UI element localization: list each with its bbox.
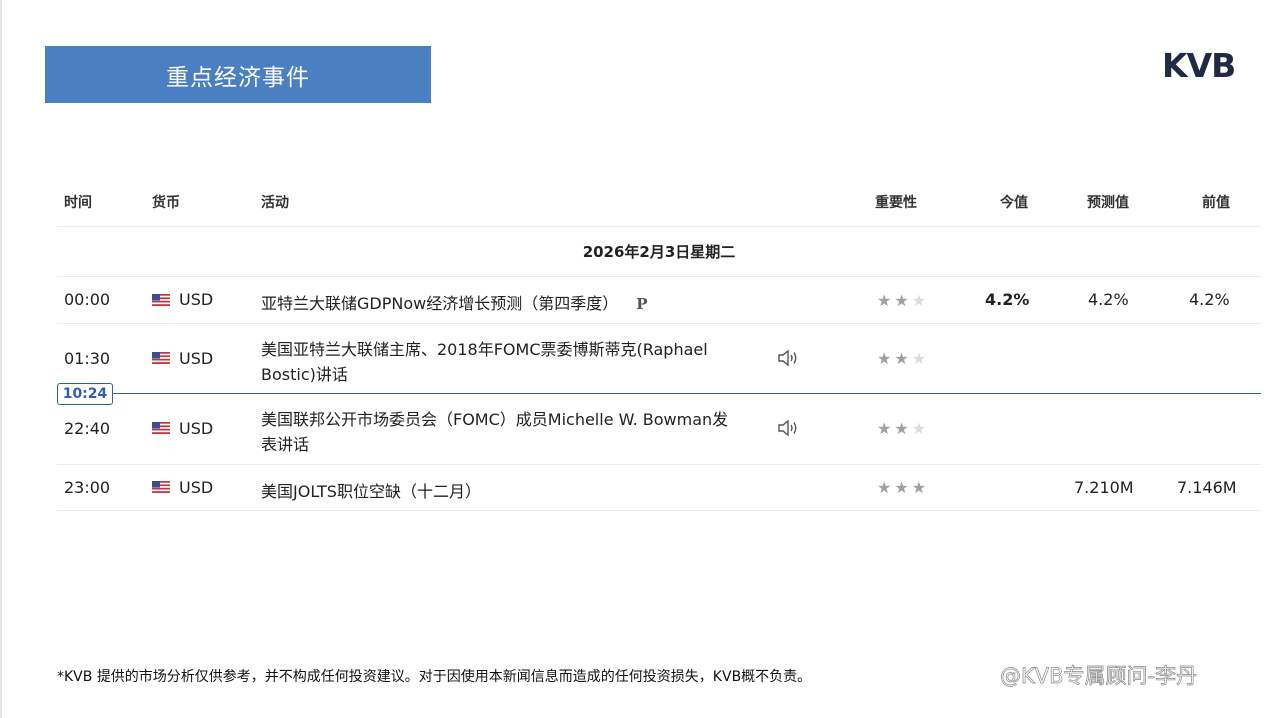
divider: [57, 226, 1261, 227]
event-forecast: 4.2%: [1088, 290, 1129, 309]
event-currency: USD: [179, 290, 214, 309]
event-title-line1: 美国亚特兰大联储主席、2018年FOMC票委博斯蒂克(Raphael: [261, 340, 708, 359]
col-forecast-header: 预测值: [1087, 195, 1129, 211]
speaker-icon[interactable]: [777, 418, 799, 438]
date-group-header: 2026年2月3日星期二: [582, 243, 736, 261]
star-icon: ★: [911, 291, 930, 310]
event-title-text: 亚特兰大联储GDPNow经济增长预测（第四季度）: [261, 294, 619, 313]
left-border: [0, 0, 2, 718]
star-icon: ★: [911, 419, 930, 438]
event-time: 22:40: [64, 419, 111, 438]
divider: [57, 510, 1261, 511]
importance-stars: ★★★: [877, 349, 929, 368]
col-time-header: 时间: [64, 195, 92, 211]
star-icon: ★: [877, 419, 895, 438]
event-time: 01:30: [64, 349, 111, 368]
event-time: 23:00: [64, 478, 111, 497]
star-icon: ★: [877, 478, 895, 497]
star-icon: ★: [877, 291, 895, 310]
kvb-logo: KVB: [1162, 46, 1236, 85]
col-actual-header: 今值: [1000, 195, 1028, 211]
event-previous: 4.2%: [1189, 290, 1230, 309]
table-row[interactable]: 01:30 USD 美国亚特兰大联储主席、2018年FOMC票委博斯蒂克(Rap…: [57, 324, 1261, 392]
table-header: 时间 货币 活动 重要性 今值 预测值 前值: [57, 186, 1261, 216]
col-importance-header: 重要性: [875, 195, 917, 211]
us-flag-icon: [152, 481, 170, 493]
star-icon: ★: [877, 349, 895, 368]
star-icon: ★: [894, 419, 912, 438]
weibo-watermark: @KVB专属顾问-李丹: [1000, 664, 1198, 689]
col-currency-header: 货币: [152, 195, 180, 211]
event-title-line2: 表讲话: [261, 435, 310, 454]
event-currency: USD: [179, 478, 214, 497]
disclaimer-text: *KVB 提供的市场分析仅供参考，并不构成任何投资建议。对于因使用本新闻信息而造…: [57, 669, 812, 685]
event-actual: 4.2%: [985, 290, 1030, 309]
us-flag-icon: [152, 422, 170, 434]
table-row[interactable]: 22:40 USD 美国联邦公开市场委员会（FOMC）成员Michelle W.…: [57, 395, 1261, 463]
us-flag-icon: [152, 352, 170, 364]
table-row[interactable]: 23:00 USD 美国JOLTS职位空缺（十二月） ★★★ 7.210M 7.…: [57, 465, 1261, 510]
importance-stars: ★★★: [877, 291, 929, 310]
star-icon: ★: [894, 478, 912, 497]
event-time: 00:00: [64, 290, 111, 309]
event-currency: USD: [179, 349, 214, 368]
event-currency: USD: [179, 419, 214, 438]
star-icon: ★: [894, 291, 912, 310]
star-icon: ★: [894, 349, 912, 368]
preliminary-badge: P: [636, 295, 648, 313]
event-title-line1: 美国联邦公开市场委员会（FOMC）成员Michelle W. Bowman发: [261, 410, 729, 429]
event-title: 美国JOLTS职位空缺（十二月）: [261, 482, 481, 501]
event-forecast: 7.210M: [1074, 478, 1134, 497]
event-title: 亚特兰大联储GDPNow经济增长预测（第四季度） P: [261, 290, 648, 314]
speaker-icon[interactable]: [777, 348, 799, 368]
col-previous-header: 前值: [1202, 195, 1230, 211]
us-flag-icon: [152, 294, 170, 306]
current-time-line: [57, 393, 1261, 394]
importance-stars: ★★★: [877, 478, 929, 497]
col-event-header: 活动: [261, 195, 289, 211]
event-title-line2: Bostic)讲话: [261, 365, 348, 384]
importance-stars: ★★★: [877, 419, 929, 438]
table-row[interactable]: 00:00 USD 亚特兰大联储GDPNow经济增长预测（第四季度） P ★★★ …: [57, 277, 1261, 323]
event-previous: 7.146M: [1177, 478, 1237, 497]
star-icon: ★: [911, 478, 930, 497]
star-icon: ★: [911, 349, 930, 368]
page-title: 重点经济事件: [45, 46, 431, 103]
